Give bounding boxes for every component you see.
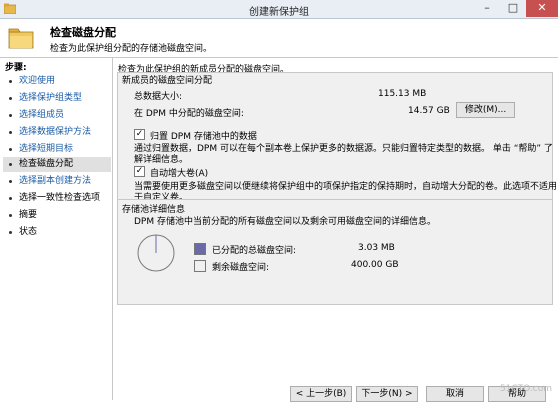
allocated-space-value: 3.03 MB: [358, 243, 395, 253]
wizard-header: 检查磁盘分配 检查为此保护组分配的存储池磁盘空间。: [0, 19, 558, 58]
steps-sidebar: 步骤: 欢迎使用 选择保护组类型 选择组成员 选择数据保护方法 选择短期目标 检…: [0, 58, 113, 400]
sidebar-item-protection-method[interactable]: 选择数据保护方法: [3, 125, 111, 140]
dpm-space-label: 在 DPM 中分配的磁盘空间:: [134, 109, 244, 119]
bullet-icon: [9, 180, 12, 183]
sidebar-item-status: 状态: [3, 225, 111, 240]
sidebar-item-members[interactable]: 选择组成员: [3, 108, 111, 123]
sidebar-item-label: 选择短期目标: [19, 144, 74, 154]
close-icon[interactable]: ✕: [526, 0, 558, 17]
total-size-label: 总数据大小:: [134, 92, 183, 102]
remaining-space-value: 400.00 GB: [351, 260, 399, 270]
colocate-description-line2: 解详细信息。: [134, 155, 189, 165]
watermark: 51CTO.com: [499, 384, 552, 394]
remaining-space-label: 剩余磁盘空间:: [212, 263, 270, 273]
bullet-icon: [9, 97, 12, 100]
folder-icon: [8, 28, 34, 49]
autogrow-description-line1: 当需要使用更多磁盘空间以便继续将保护组中的项保护指定的保持期时，自动增大分配的卷…: [134, 182, 558, 192]
title-bar: 创建新保护组 – □ ✕: [0, 0, 558, 19]
sidebar-item-welcome[interactable]: 欢迎使用: [3, 74, 111, 89]
sidebar-item-short-term[interactable]: 选择短期目标: [3, 142, 111, 157]
sidebar-item-label: 选择一致性检查选项: [19, 193, 101, 203]
sidebar-item-label: 选择副本创建方法: [19, 176, 92, 186]
sidebar-item-label: 选择保护组类型: [19, 93, 83, 103]
disk-usage-pie: [137, 234, 175, 272]
colocate-checkbox[interactable]: ✓: [134, 129, 145, 140]
bullet-icon: [9, 163, 12, 166]
page-subtitle: 检查为此保护组分配的存储池磁盘空间。: [50, 44, 213, 54]
bullet-icon: [9, 197, 12, 200]
main-panel: 检查为此保护组的新成员分配的磁盘空间。 新成员的磁盘空间分配 总数据大小: 11…: [113, 58, 558, 400]
colocate-description-line1: 通过归置数据，DPM 可以在每个副本卷上保护更多的数据源。只能归置特定类型的数据…: [134, 144, 553, 154]
page-title: 检查磁盘分配: [50, 26, 116, 39]
remaining-legend-swatch: [194, 260, 206, 272]
sidebar-item-label: 检查磁盘分配: [19, 159, 74, 169]
sidebar-item-label: 欢迎使用: [19, 76, 56, 86]
bullet-icon: [9, 114, 12, 117]
allocated-space-label: 已分配的总磁盘空间:: [212, 246, 297, 256]
maximize-icon[interactable]: □: [500, 0, 526, 17]
autogrow-label: 自动增大卷(A): [150, 169, 209, 179]
sidebar-item-label: 选择数据保护方法: [19, 127, 92, 137]
total-size-value: 115.13 MB: [378, 89, 427, 99]
bullet-icon: [9, 231, 12, 234]
sidebar-item-group-type[interactable]: 选择保护组类型: [3, 91, 111, 106]
bullet-icon: [9, 131, 12, 134]
autogrow-checkbox[interactable]: ✓: [134, 166, 145, 177]
sidebar-item-summary: 摘要: [3, 208, 111, 223]
sidebar-item-disk-allocation[interactable]: 检查磁盘分配: [3, 157, 111, 172]
minimize-icon[interactable]: –: [474, 0, 500, 17]
bullet-icon: [9, 148, 12, 151]
modify-button[interactable]: 修改(M)...: [456, 102, 515, 118]
sidebar-item-replica-method[interactable]: 选择副本创建方法: [3, 174, 111, 189]
bullet-icon: [9, 214, 12, 217]
sidebar-item-label: 摘要: [19, 210, 38, 220]
storage-pool-description: DPM 存储池中当前分配的所有磁盘空间以及剩余可用磁盘空间的详细信息。: [134, 217, 436, 227]
steps-label: 步骤:: [5, 63, 27, 73]
new-members-group-label: 新成员的磁盘空间分配: [122, 76, 213, 86]
sidebar-item-consistency: 选择一致性检查选项: [3, 191, 111, 206]
storage-pool-group: 存储池详细信息 DPM 存储池中当前分配的所有磁盘空间以及剩余可用磁盘空间的详细…: [117, 199, 553, 305]
bullet-icon: [9, 80, 12, 83]
allocated-legend-swatch: [194, 243, 206, 255]
sidebar-item-label: 选择组成员: [19, 110, 65, 120]
dpm-space-value: 14.57 GB: [408, 106, 450, 116]
sidebar-item-label: 状态: [19, 227, 38, 237]
